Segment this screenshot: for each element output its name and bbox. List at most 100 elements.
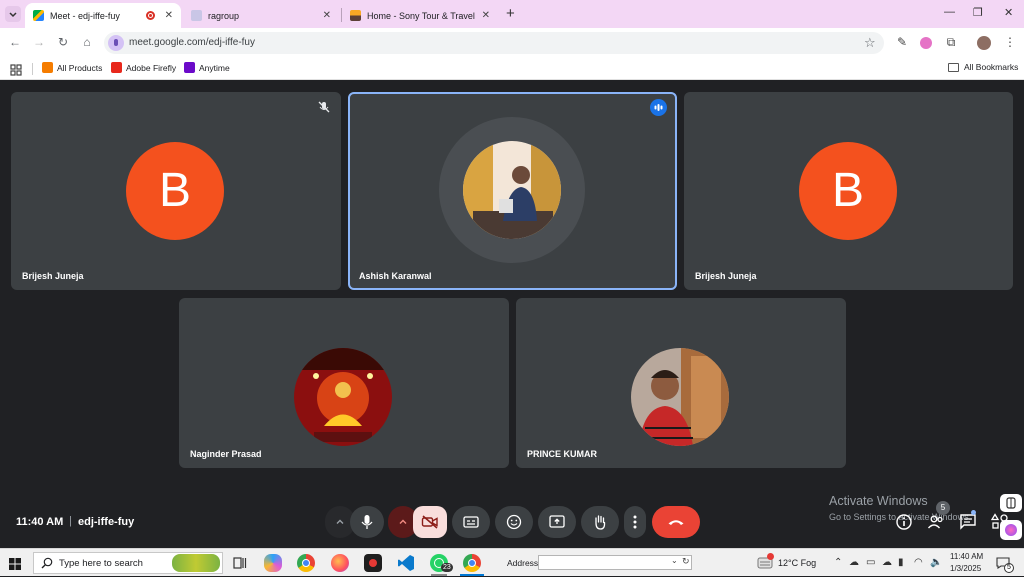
participant-count-badge: 5: [936, 501, 950, 515]
windows-taskbar: Type here to search 23 Address ⌄ ↻ 12°C …: [0, 548, 1024, 576]
mic-icon: [361, 515, 373, 529]
close-tab-icon[interactable]: ✕: [323, 10, 331, 21]
participant-tile[interactable]: B Brijesh Juneja: [11, 92, 341, 290]
chevron-up-icon: [399, 519, 407, 524]
tab-search-button[interactable]: [5, 6, 21, 22]
notification-count-badge: 5: [1004, 563, 1014, 573]
go-refresh-icon[interactable]: ↻: [682, 556, 690, 567]
system-clock-date[interactable]: 1/3/2025: [950, 564, 981, 573]
search-icon: [41, 557, 53, 569]
copilot-icon[interactable]: [264, 554, 282, 572]
minimize-icon[interactable]: —: [944, 6, 955, 18]
close-window-icon[interactable]: ✕: [1004, 6, 1013, 19]
forward-icon[interactable]: →: [31, 35, 47, 49]
taskbar-search-box[interactable]: Type here to search: [33, 552, 223, 574]
microphone-button[interactable]: [350, 506, 384, 538]
tray-overflow-icon[interactable]: ⌃: [834, 557, 842, 568]
meeting-clock: 11:40 AM: [16, 516, 64, 528]
present-screen-button[interactable]: [538, 506, 576, 538]
task-view-icon[interactable]: [231, 554, 249, 572]
chat-button[interactable]: [959, 513, 977, 531]
onedrive-icon[interactable]: ☁: [849, 557, 859, 568]
tray-app-icon[interactable]: ▭: [866, 557, 875, 568]
windows-start-icon[interactable]: [9, 557, 21, 570]
copilot-floating-icon[interactable]: [1000, 494, 1022, 512]
participant-tile[interactable]: Naginder Prasad: [179, 298, 509, 468]
participant-photo: [463, 141, 561, 239]
meeting-details-button[interactable]: [895, 513, 913, 531]
reactions-button[interactable]: [495, 506, 533, 538]
weather-icon[interactable]: [757, 553, 774, 571]
tab-sony-tour[interactable]: Home - Sony Tour & Travel ✕: [342, 3, 498, 28]
apps-grid-icon[interactable]: [10, 63, 22, 81]
pen-extension-icon[interactable]: ✎: [894, 35, 910, 51]
profile-avatar[interactable]: [976, 35, 992, 51]
bookmark-label: Adobe Firefly: [126, 62, 177, 73]
participant-tile[interactable]: B Brijesh Juneja: [684, 92, 1013, 290]
tab-meet[interactable]: Meet - edj-iffe-fuy ✕: [25, 3, 181, 28]
raise-hand-button[interactable]: [581, 506, 619, 538]
tray-cloud-icon[interactable]: ☁: [882, 557, 892, 568]
more-options-button[interactable]: [624, 506, 646, 538]
screen-recorder-icon[interactable]: [364, 554, 382, 572]
back-icon[interactable]: ←: [7, 35, 23, 49]
bookmark-adobe-firefly[interactable]: Adobe Firefly: [111, 62, 176, 73]
bookmarks-divider: [32, 63, 33, 75]
participant-tile[interactable]: Ashish Karanwal: [348, 92, 677, 290]
browser-tab-strip: Meet - edj-iffe-fuy ✕ ragroup ✕ Home - S…: [0, 0, 1024, 28]
participant-photo: [294, 348, 392, 446]
chrome-icon[interactable]: [297, 554, 315, 572]
menu-kebab-icon[interactable]: ⋮: [1002, 35, 1018, 51]
restore-icon[interactable]: ❐: [973, 6, 983, 19]
site-info-icon[interactable]: [108, 35, 124, 51]
brain-extension-icon[interactable]: [918, 35, 934, 51]
tab-title: Meet - edj-iffe-fuy: [50, 10, 120, 21]
address-bar[interactable]: meet.google.com/edj-iffe-fuy ☆: [104, 32, 884, 54]
close-tab-icon[interactable]: ✕: [482, 10, 490, 21]
vscode-icon[interactable]: [397, 554, 415, 572]
browser-toolbar: ← → ↻ ⌂ meet.google.com/edj-iffe-fuy ☆ ✎…: [0, 28, 1024, 58]
adobe-icon: [111, 62, 122, 73]
chat-notification-dot: [971, 510, 976, 515]
tray-battery-icon[interactable]: ▮: [898, 557, 904, 568]
wifi-icon[interactable]: ◠: [914, 557, 923, 568]
info-icon: [896, 514, 912, 530]
google-meet-icon: [33, 10, 44, 21]
dropdown-arrow-icon[interactable]: ⌄: [671, 556, 678, 565]
address-toolbar-input[interactable]: ⌄ ↻: [538, 555, 692, 570]
people-button[interactable]: [927, 513, 945, 531]
camera-off-button[interactable]: [413, 506, 447, 538]
assistant-icon[interactable]: [1000, 520, 1022, 540]
tab-ragroup[interactable]: ragroup ✕: [183, 3, 339, 28]
captions-button[interactable]: [452, 506, 490, 538]
tab-title: Home - Sony Tour & Travel: [367, 10, 475, 21]
search-highlight-icon: [172, 554, 220, 572]
bookmark-label: All Products: [57, 62, 103, 73]
chrome-active-icon[interactable]: [463, 554, 481, 572]
captions-icon: [463, 516, 479, 528]
home-icon[interactable]: ⌂: [79, 35, 95, 49]
participant-name: Naginder Prasad: [190, 449, 262, 459]
new-tab-button[interactable]: +: [506, 5, 515, 22]
reload-icon[interactable]: ↻: [55, 35, 71, 49]
bookmark-star-icon[interactable]: ☆: [864, 35, 876, 51]
bookmarks-bar: All Products Adobe Firefly Anytime All B…: [0, 58, 1024, 80]
activate-windows-title: Activate Windows: [829, 494, 928, 508]
weather-text[interactable]: 12°C Fog: [778, 558, 816, 568]
extensions-icon[interactable]: ⧉: [943, 35, 959, 51]
close-tab-icon[interactable]: ✕: [165, 10, 173, 21]
participant-name: Ashish Karanwal: [359, 271, 432, 281]
leave-call-button[interactable]: [652, 506, 700, 538]
firefox-icon[interactable]: [331, 554, 349, 572]
whatsapp-unread-badge: 23: [441, 563, 453, 572]
speaking-indicator-icon: [650, 99, 667, 116]
participant-tile[interactable]: PRINCE KUMAR: [516, 298, 846, 468]
page-icon: [191, 10, 202, 21]
search-placeholder: Type here to search: [59, 558, 143, 569]
all-bookmarks-folder[interactable]: All Bookmarks: [948, 62, 1018, 72]
system-clock-time[interactable]: 11:40 AM: [950, 552, 983, 561]
volume-icon[interactable]: 🔈: [930, 557, 942, 568]
bookmark-anytime[interactable]: Anytime: [184, 62, 230, 73]
hang-up-icon: [668, 520, 684, 525]
bookmark-all-products[interactable]: All Products: [42, 62, 102, 73]
